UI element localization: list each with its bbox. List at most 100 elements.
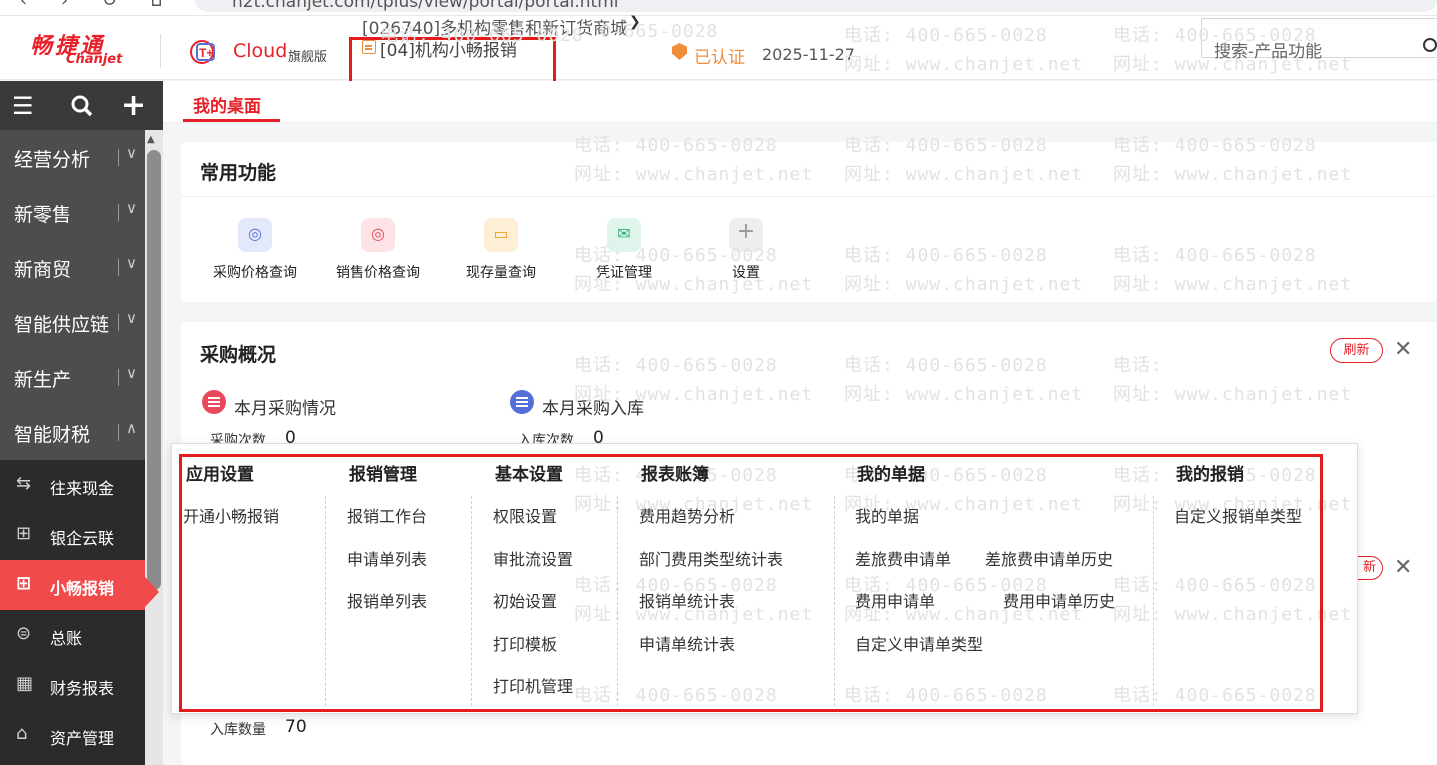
chevron-down-icon: ∨ — [126, 364, 137, 382]
search-placeholder[interactable]: 搜索-产品功能 — [1214, 37, 1322, 62]
menu-item-expense-stats[interactable]: 报销单统计表 — [639, 588, 735, 612]
exchange-icon: ⇆ — [16, 473, 32, 494]
sales-price-icon: ◎ — [361, 218, 395, 252]
common-functions-title: 常用功能 — [200, 162, 277, 184]
tplus-cloud-icon: T+ — [190, 40, 215, 64]
func-voucher[interactable]: ✉ 凭证管理 — [569, 218, 679, 282]
menu-item-dept-expense-stats[interactable]: 部门费用类型统计表 — [639, 546, 783, 570]
menu-item-custom-expense-type[interactable]: 自定义报销单类型 — [1174, 503, 1302, 527]
sidebar-item-label: 新商贸 — [14, 259, 72, 281]
sidebar-item-label: 智能财税 — [14, 424, 91, 446]
menu-item-travel-request[interactable]: 差旅费申请单 — [855, 546, 951, 570]
close-icon[interactable]: ✕ — [1394, 337, 1412, 362]
sidebar-item-finance-tax[interactable]: 智能财税 ∧ — [0, 405, 145, 460]
menu-item-print-template[interactable]: 打印模板 — [493, 631, 557, 655]
refresh-button[interactable]: 刷新 — [1330, 338, 1383, 363]
close-icon[interactable]: ✕ — [1394, 555, 1412, 580]
func-label: 采购价格查询 — [213, 265, 297, 281]
func-settings[interactable]: + 设置 — [691, 218, 801, 282]
login-date: 2025-11-27 — [762, 45, 855, 64]
voucher-icon: ✉ — [607, 218, 641, 252]
sidebar-sub-item-bank-link[interactable]: ⊞ 银企云联 — [0, 510, 145, 560]
inbound-qty-value: 70 — [285, 717, 307, 737]
func-stock-query[interactable]: ▭ 现存量查询 — [446, 218, 556, 282]
sidebar-sub-item-financial-reports[interactable]: ▦ 财务报表 — [0, 660, 145, 710]
menu-item-permissions[interactable]: 权限设置 — [493, 503, 557, 527]
sidebar-item-label: 智能供应链 — [14, 314, 110, 336]
chevron-down-icon: ∨ — [126, 309, 137, 327]
chevron-up-icon: ∧ — [126, 419, 137, 437]
menu-item-initial-settings[interactable]: 初始设置 — [493, 588, 557, 612]
menu-item-request-list[interactable]: 申请单列表 — [347, 546, 427, 570]
purchase-overview-title: 采购概况 — [200, 344, 277, 366]
menu-item-expense-request-history[interactable]: 费用申请单历史 — [1003, 588, 1115, 612]
month-purchase-title: 本月采购情况 — [234, 399, 336, 419]
sidebar-item-label: 财务报表 — [50, 679, 115, 698]
chevron-down-icon: ∨ — [126, 254, 137, 272]
column-divider — [617, 496, 618, 706]
sidebar-item-label: 往来现金 — [50, 479, 115, 498]
menu-item-custom-request-type[interactable]: 自定义申请单类型 — [855, 631, 983, 655]
sidebar-sub-item-expense[interactable]: ⊞ 小畅报销 — [0, 560, 145, 610]
sidebar-item-label: 新零售 — [14, 204, 72, 226]
certified-label[interactable]: 已认证 — [694, 43, 745, 68]
sidebar-sub-item-ledger[interactable]: ⊜ 总账 — [0, 610, 145, 660]
tab-my-desktop[interactable]: 我的桌面 — [183, 92, 280, 122]
purchase-stat-icon — [202, 390, 226, 414]
menu-column-app-settings: 应用设置 — [186, 465, 254, 485]
search-icon[interactable] — [70, 94, 94, 118]
sidebar-item-label: 新生产 — [14, 369, 72, 391]
month-inbound-title: 本月采购入库 — [542, 399, 644, 419]
menu-item-expense-request[interactable]: 费用申请单 — [855, 588, 935, 612]
plus-icon: + — [729, 218, 763, 252]
browser-address-bar: ‹ › ↻ ⌂ h2t.chanjet.com/tplus/view/porta… — [0, 0, 1437, 16]
browser-nav-buttons[interactable]: ‹ › ↻ ⌂ — [20, 0, 176, 11]
sidebar-item-supply-chain[interactable]: 智能供应链 ∨ — [0, 295, 145, 350]
url-text[interactable]: h2t.chanjet.com/tplus/view/portal/portal… — [232, 0, 619, 12]
edition-label: 旗舰版 — [288, 50, 328, 65]
sidebar-item-label: 资产管理 — [50, 729, 115, 748]
menu-item-expense-workbench[interactable]: 报销工作台 — [347, 503, 427, 527]
card-divider — [181, 196, 1437, 197]
svg-text:T+: T+ — [199, 46, 213, 60]
chevron-down-icon: ∨ — [126, 199, 137, 217]
sidebar-item-label: 银企云联 — [50, 529, 115, 548]
menu-item-expense-list[interactable]: 报销单列表 — [347, 588, 427, 612]
inbound-stat-icon — [510, 390, 534, 414]
menu-item-expense-trend[interactable]: 费用趋势分析 — [639, 503, 735, 527]
func-label: 现存量查询 — [466, 265, 536, 281]
menu-column-expense-management: 报销管理 — [349, 465, 417, 485]
menu-column-my-documents: 我的单据 — [857, 465, 925, 485]
func-sales-price[interactable]: ◎ 销售价格查询 — [323, 218, 433, 282]
ledger-icon: ⊜ — [16, 623, 32, 644]
menu-item-approval-flow[interactable]: 审批流设置 — [493, 546, 573, 570]
menu-toggle-icon[interactable]: ☰ — [12, 92, 34, 120]
chevron-down-icon: ∨ — [126, 144, 137, 162]
sidebar-scroll-thumb[interactable] — [147, 150, 161, 590]
search-icon[interactable] — [1423, 38, 1437, 52]
func-purchase-price[interactable]: ◎ 采购价格查询 — [200, 218, 310, 282]
func-label: 凭证管理 — [596, 265, 652, 281]
menu-item-printer-management[interactable]: 打印机管理 — [493, 673, 573, 697]
scroll-up-icon[interactable]: ▲ — [147, 134, 155, 145]
sidebar-sub-item-receivables-cash[interactable]: ⇆ 往来现金 — [0, 460, 145, 510]
sidebar-item-label: 小畅报销 — [50, 579, 115, 598]
menu-item-my-documents[interactable]: 我的单据 — [855, 503, 919, 527]
stock-query-icon: ▭ — [484, 218, 518, 252]
sidebar-sub-item-assets[interactable]: ⌂ 资产管理 — [0, 710, 145, 760]
active-item-pointer — [145, 577, 159, 607]
chanjet-logo-en: Chanjet — [66, 52, 123, 67]
column-divider — [1153, 496, 1154, 706]
sidebar-item-new-trade[interactable]: 新商贸 ∨ — [0, 240, 145, 295]
sidebar-item-new-production[interactable]: 新生产 ∨ — [0, 350, 145, 405]
sidebar-item-new-retail[interactable]: 新零售 ∨ — [0, 185, 145, 240]
menu-item-request-stats[interactable]: 申请单统计表 — [639, 631, 735, 655]
sidebar-toolbar: ☰ + — [0, 81, 163, 130]
tab-bar — [163, 81, 1437, 123]
menu-item-enable-expense[interactable]: 开通小畅报销 — [183, 503, 279, 527]
add-icon[interactable]: + — [121, 88, 146, 123]
menu-item-travel-request-history[interactable]: 差旅费申请单历史 — [985, 546, 1113, 570]
sidebar-item-label: 经营分析 — [14, 149, 91, 171]
chevron-down-icon[interactable]: ❯ — [629, 14, 641, 30]
sidebar-item-business-analysis[interactable]: 经营分析 ∨ — [0, 130, 145, 185]
